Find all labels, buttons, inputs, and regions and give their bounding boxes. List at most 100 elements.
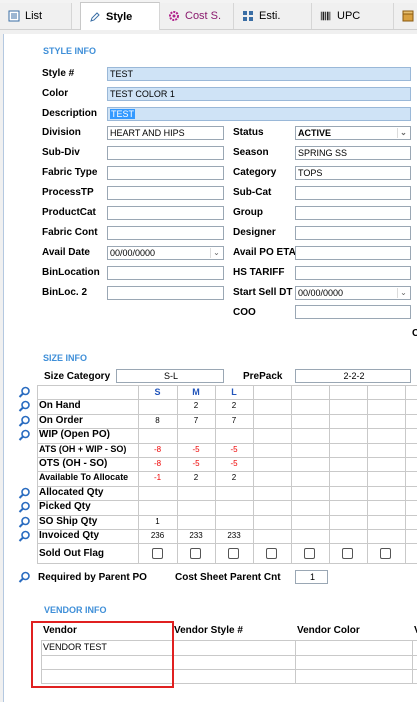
size-cell[interactable]: 2 (177, 399, 215, 413)
grid-column-line (37, 385, 38, 564)
binlocation-field[interactable] (107, 266, 224, 280)
start-sell-label: Start Sell DT (233, 287, 293, 298)
tab-more[interactable] (394, 3, 417, 29)
subdiv-label: Sub-Div (42, 147, 80, 158)
hs-tariff-field[interactable] (295, 266, 411, 280)
sold-out-checkbox[interactable] (304, 548, 315, 560)
start-sell-field[interactable]: 00/00/0000 ⌄ (295, 286, 411, 300)
vendor-cell[interactable] (297, 657, 410, 669)
grid-column-line (329, 385, 330, 564)
vendor-cell[interactable] (297, 671, 410, 683)
size-cell[interactable]: -5 (177, 457, 215, 471)
tab-bar: List Style Cost S. Esti. UPC (0, 0, 417, 30)
vendor-cell[interactable] (297, 642, 410, 654)
sold-out-checkbox[interactable] (380, 548, 391, 560)
prepack-label: PrePack (243, 371, 283, 382)
subdiv-field[interactable] (107, 146, 224, 160)
style-field[interactable]: TEST (107, 67, 411, 81)
vendor-column-header: Vendor Color (297, 625, 360, 636)
cost-sheet-parent-field[interactable]: 1 (295, 570, 328, 584)
chevron-down-icon[interactable]: ⌄ (397, 288, 409, 298)
size-cell[interactable]: 2 (177, 471, 215, 485)
avail-po-label: Avail PO ETA (233, 247, 296, 258)
sold-out-checkbox[interactable] (151, 548, 163, 560)
description-field[interactable]: TEST (107, 107, 411, 121)
sold-out-checkbox[interactable] (342, 548, 353, 560)
grid-column-line (405, 385, 406, 564)
fabric-type-field[interactable] (107, 166, 224, 180)
status-select[interactable]: ACTIVE ⌄ (295, 126, 411, 140)
avail-date-value: 00/00/0000 (110, 248, 156, 258)
size-cell[interactable]: -5 (215, 457, 253, 471)
sold-out-checkbox[interactable] (266, 548, 277, 560)
size-cell[interactable]: -5 (215, 443, 253, 457)
group-field[interactable] (295, 206, 411, 220)
size-cell[interactable]: 8 (138, 414, 177, 428)
search-icon[interactable] (18, 429, 31, 445)
prepack-field[interactable]: 2-2-2 (295, 369, 411, 383)
size-cell[interactable]: -8 (138, 443, 177, 457)
avail-date-field[interactable]: 00/00/0000 ⌄ (107, 246, 224, 260)
size-cell[interactable]: 7 (215, 414, 253, 428)
start-sell-value: 00/00/0000 (298, 288, 344, 298)
size-cell[interactable]: 7 (177, 414, 215, 428)
binloc2-label: BinLoc. 2 (42, 287, 88, 298)
process-field[interactable] (107, 186, 224, 200)
designer-field[interactable] (295, 226, 411, 240)
sold-out-checkbox[interactable] (190, 548, 201, 560)
search-icon[interactable] (18, 571, 31, 587)
grid-row-line (37, 500, 417, 502)
size-category-label: Size Category (44, 371, 111, 382)
vendor-cell[interactable] (174, 642, 293, 654)
coo-label: COO (233, 307, 256, 318)
tab-list[interactable]: List (0, 3, 72, 29)
avail-po-field[interactable] (295, 246, 411, 260)
subcat-field[interactable] (295, 186, 411, 200)
vendor-cell[interactable] (174, 671, 293, 683)
tab-cost-sheet[interactable]: Cost S. (160, 3, 234, 29)
chevron-down-icon[interactable]: ⌄ (210, 248, 222, 258)
search-icon[interactable] (18, 530, 31, 546)
size-cell[interactable]: 2 (215, 471, 253, 485)
size-row-label: OTS (OH - SO) (39, 458, 108, 469)
grid-row-line (37, 563, 417, 565)
tab-estimate[interactable]: Esti. (234, 3, 312, 29)
size-cell[interactable]: 236 (138, 529, 177, 543)
division-label: Division (42, 127, 81, 138)
size-cell[interactable]: -8 (138, 457, 177, 471)
size-row-label: WIP (Open PO) (39, 429, 110, 441)
division-field[interactable]: HEART AND HIPS (107, 126, 224, 140)
size-cell[interactable]: -1 (138, 471, 177, 485)
fabric-cont-label: Fabric Cont (42, 227, 98, 238)
grid-column-line (367, 385, 368, 564)
chevron-down-icon[interactable]: ⌄ (397, 128, 409, 138)
tab-label: List (25, 10, 43, 22)
grid-icon (242, 10, 254, 22)
size-cell[interactable]: 1 (138, 515, 177, 529)
grid-row-line (37, 543, 417, 545)
tab-style[interactable]: Style (80, 2, 160, 30)
size-cell[interactable]: 233 (215, 529, 253, 543)
status-label: Status (233, 127, 264, 138)
description-label: Description (42, 108, 98, 119)
process-label: ProcessTP (42, 187, 94, 198)
size-info-title: SIZE INFO (43, 353, 88, 363)
size-cell[interactable]: -5 (177, 443, 215, 457)
sold-out-checkbox[interactable] (228, 548, 239, 560)
tab-label: UPC (337, 10, 361, 22)
fabric-cont-field[interactable] (107, 226, 224, 240)
size-category-field[interactable]: S-L (116, 369, 224, 383)
vendor-cell[interactable] (174, 657, 293, 669)
category-label: Category (233, 167, 277, 178)
coo-field[interactable] (295, 305, 411, 319)
productcat-field[interactable] (107, 206, 224, 220)
size-cell[interactable]: 233 (177, 529, 215, 543)
color-field[interactable]: TEST COLOR 1 (107, 87, 411, 101)
cost-sheet-parent-label: Cost Sheet Parent Cnt (175, 572, 281, 583)
season-field[interactable]: SPRING SS (295, 146, 411, 160)
category-field[interactable]: TOPS (295, 166, 411, 180)
binloc2-field[interactable] (107, 286, 224, 300)
size-cell[interactable]: 2 (215, 399, 253, 413)
tab-upc[interactable]: UPC (312, 3, 394, 29)
designer-label: Designer (233, 227, 276, 238)
